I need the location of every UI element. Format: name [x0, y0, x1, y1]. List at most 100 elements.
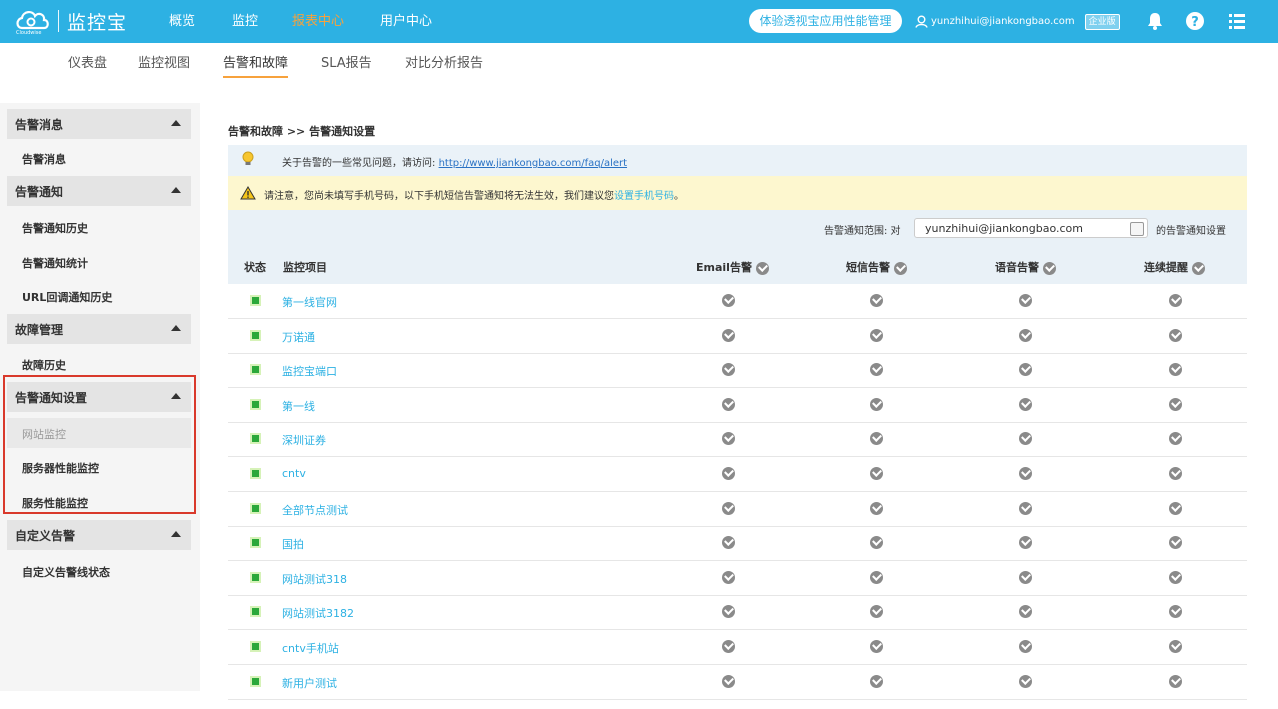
- sidebar-item-fault-history[interactable]: 故障历史: [22, 357, 66, 373]
- monitor-item-link[interactable]: 第一线: [282, 398, 315, 414]
- monitor-item-link[interactable]: 网站测试318: [282, 571, 347, 587]
- monitor-item-link[interactable]: 新用户测试: [282, 675, 337, 691]
- tab-sla-report[interactable]: SLA报告: [321, 52, 372, 71]
- active-tab-underline: [223, 76, 288, 78]
- sidebar-item-notify-history[interactable]: 告警通知历史: [22, 220, 88, 236]
- monitor-item-link[interactable]: 国拍: [282, 536, 304, 552]
- tab-dashboard[interactable]: 仪表盘: [68, 52, 107, 71]
- help-icon[interactable]: ?: [1185, 11, 1205, 31]
- monitor-item-link[interactable]: cntv手机站: [282, 640, 339, 656]
- reminder-check-icon[interactable]: [1169, 294, 1182, 307]
- sms-alert-check-icon[interactable]: [870, 432, 883, 446]
- monitor-item-link[interactable]: 全部节点测试: [282, 502, 348, 518]
- reminder-check-icon[interactable]: [1169, 501, 1182, 515]
- user-menu[interactable]: yunzhihui@jiankongbao.com 企业版: [915, 0, 1120, 43]
- set-phone-link[interactable]: 设置手机号码: [614, 191, 674, 202]
- email-alert-check-icon[interactable]: [722, 501, 735, 515]
- reminder-check-icon[interactable]: [1169, 432, 1182, 446]
- edition-badge: 企业版: [1084, 13, 1120, 30]
- email-alert-check-icon[interactable]: [722, 536, 735, 550]
- tab-alerts-faults[interactable]: 告警和故障: [223, 52, 288, 71]
- col-email-alert[interactable]: Email告警: [696, 259, 769, 275]
- sms-alert-check-icon[interactable]: [870, 397, 883, 411]
- sms-alert-check-icon[interactable]: [870, 640, 883, 653]
- voice-alert-check-icon[interactable]: [1019, 536, 1032, 550]
- voice-alert-check-icon[interactable]: [1019, 570, 1032, 584]
- email-alert-check-icon[interactable]: [722, 570, 735, 584]
- sidebar-item-url-callback-history[interactable]: URL回调通知历史: [22, 289, 112, 305]
- faq-link[interactable]: http://www.jiankongbao.com/faq/alert: [439, 158, 627, 169]
- voice-alert-check-icon[interactable]: [1019, 467, 1032, 480]
- email-alert-check-icon[interactable]: [722, 294, 735, 307]
- nav-report-center[interactable]: 报表中心: [292, 0, 344, 43]
- monitor-item-link[interactable]: cntv: [282, 467, 306, 480]
- sidebar-item-alert-messages[interactable]: 告警消息: [22, 151, 66, 167]
- voice-alert-check-icon[interactable]: [1019, 363, 1032, 377]
- menu-list-icon[interactable]: [1227, 11, 1247, 31]
- reminder-check-icon[interactable]: [1169, 674, 1182, 688]
- voice-alert-check-icon[interactable]: [1019, 397, 1032, 411]
- sms-alert-check-icon[interactable]: [870, 328, 883, 342]
- sms-alert-check-icon[interactable]: [870, 294, 883, 307]
- reminder-check-icon[interactable]: [1169, 397, 1182, 411]
- sms-alert-check-icon[interactable]: [870, 501, 883, 515]
- voice-alert-check-icon[interactable]: [1019, 640, 1032, 653]
- monitor-item-link[interactable]: 监控宝端口: [282, 363, 337, 379]
- voice-alert-check-icon[interactable]: [1019, 501, 1032, 515]
- col-sms-alert[interactable]: 短信告警: [846, 259, 907, 275]
- sms-alert-check-icon[interactable]: [870, 570, 883, 584]
- voice-alert-check-icon[interactable]: [1019, 432, 1032, 446]
- voice-alert-check-icon[interactable]: [1019, 294, 1032, 307]
- sms-alert-check-icon[interactable]: [870, 363, 883, 377]
- email-alert-check-icon[interactable]: [722, 674, 735, 688]
- sidebar-group-custom-alert[interactable]: 自定义告警: [7, 520, 191, 550]
- reminder-check-icon[interactable]: [1169, 363, 1182, 377]
- table-row: 网站测试318: [228, 561, 1247, 596]
- voice-alert-check-icon[interactable]: [1019, 674, 1032, 688]
- scope-select[interactable]: yunzhihui@jiankongbao.com: [914, 218, 1148, 238]
- status-ok-icon: [250, 433, 261, 445]
- logo[interactable]: 监控宝 Cloudwise: [14, 6, 127, 36]
- sidebar-group-label: 自定义告警: [15, 529, 76, 543]
- logo-divider: [58, 10, 59, 32]
- sidebar-item-custom-alert-status[interactable]: 自定义告警线状态: [22, 564, 110, 580]
- nav-overview[interactable]: 概览: [169, 0, 195, 43]
- col-voice-alert[interactable]: 语音告警: [995, 259, 1056, 275]
- email-alert-check-icon[interactable]: [722, 605, 735, 619]
- table-row: 监控宝端口: [228, 353, 1247, 389]
- monitor-item-link[interactable]: 网站测试3182: [282, 605, 354, 621]
- sidebar-item-notify-stats[interactable]: 告警通知统计: [22, 255, 88, 271]
- sms-alert-check-icon[interactable]: [870, 674, 883, 688]
- voice-alert-check-icon[interactable]: [1019, 605, 1032, 619]
- col-continuous-reminder[interactable]: 连续提醒: [1144, 259, 1205, 275]
- reminder-check-icon[interactable]: [1169, 467, 1182, 480]
- sidebar-group-alert-notify[interactable]: 告警通知: [7, 176, 191, 206]
- sms-alert-check-icon[interactable]: [870, 467, 883, 480]
- reminder-check-icon[interactable]: [1169, 536, 1182, 550]
- monitor-item-link[interactable]: 第一线官网: [282, 294, 337, 310]
- tab-monitor-view[interactable]: 监控视图: [138, 52, 190, 71]
- reminder-check-icon[interactable]: [1169, 328, 1182, 342]
- bell-icon[interactable]: [1145, 11, 1165, 31]
- email-alert-check-icon[interactable]: [722, 328, 735, 342]
- email-alert-check-icon[interactable]: [722, 640, 735, 653]
- promo-button[interactable]: 体验透视宝应用性能管理: [749, 9, 902, 33]
- caret-up-icon: [171, 120, 181, 126]
- monitor-item-link[interactable]: 深圳证券: [282, 432, 326, 448]
- tab-comparison-report[interactable]: 对比分析报告: [405, 52, 483, 71]
- nav-monitoring[interactable]: 监控: [232, 0, 258, 43]
- sidebar-group-alert-messages[interactable]: 告警消息: [7, 109, 191, 139]
- monitor-item-link[interactable]: 万诺通: [282, 329, 315, 345]
- voice-alert-check-icon[interactable]: [1019, 328, 1032, 342]
- email-alert-check-icon[interactable]: [722, 467, 735, 480]
- email-alert-check-icon[interactable]: [722, 397, 735, 411]
- sms-alert-check-icon[interactable]: [870, 605, 883, 619]
- nav-user-center[interactable]: 用户中心: [380, 0, 432, 43]
- sidebar-group-fault-management[interactable]: 故障管理: [7, 314, 191, 344]
- reminder-check-icon[interactable]: [1169, 640, 1182, 653]
- email-alert-check-icon[interactable]: [722, 432, 735, 446]
- sms-alert-check-icon[interactable]: [870, 536, 883, 550]
- reminder-check-icon[interactable]: [1169, 605, 1182, 619]
- reminder-check-icon[interactable]: [1169, 570, 1182, 584]
- email-alert-check-icon[interactable]: [722, 363, 735, 377]
